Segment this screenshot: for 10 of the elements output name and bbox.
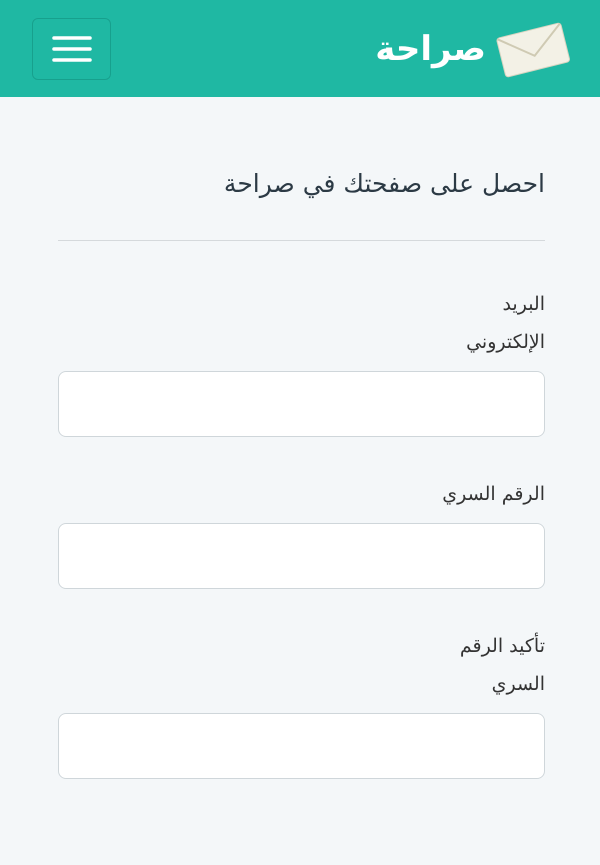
page-title: احصل على صفحتك في صراحة [222, 169, 545, 198]
input-field[interactable] [58, 523, 545, 589]
field-label: الرقم السري [441, 482, 545, 507]
input-field[interactable] [58, 713, 545, 779]
menu-button[interactable] [32, 18, 111, 80]
logo-text: صراحة [375, 28, 486, 68]
field-label: تأكيد الرقم السري [425, 627, 545, 703]
field-label: البريد الإلكتروني [465, 292, 545, 355]
menu-icon [52, 34, 92, 62]
input-field[interactable] [58, 371, 545, 437]
